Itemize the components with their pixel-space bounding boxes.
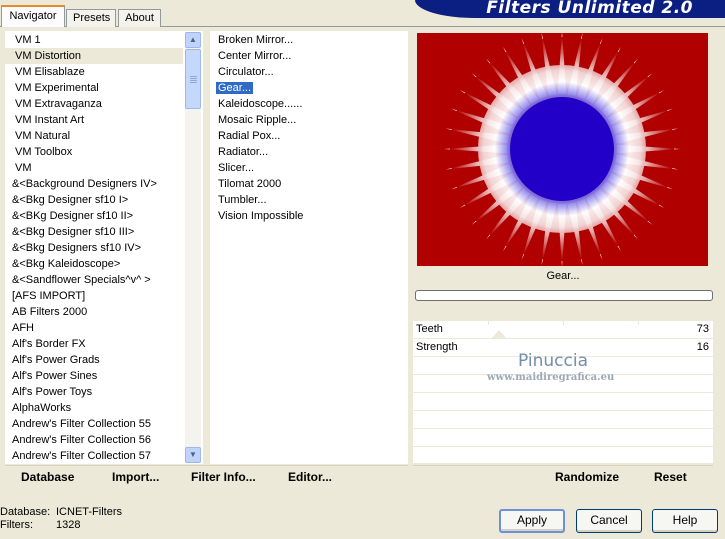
filter-item-label: Tilomat 2000 (218, 178, 282, 190)
help-button[interactable]: Help (652, 509, 718, 533)
filter-item-label: Slicer... (218, 162, 255, 174)
category-item[interactable]: AB Filters 2000 (5, 304, 183, 320)
preview-image (417, 33, 708, 266)
param-empty-row (413, 411, 713, 429)
category-item[interactable]: VM Extravaganza (5, 96, 183, 112)
filter-item[interactable]: Gear... (210, 80, 254, 96)
filter-item[interactable]: Tumbler... (210, 192, 267, 208)
category-item[interactable]: &<Bkg Designer sf10 III> (5, 224, 183, 240)
param-label: Strength (416, 341, 458, 353)
category-item[interactable]: Alf's Power Toys (5, 384, 183, 400)
filter-info-button[interactable]: Filter Info... (191, 470, 256, 484)
watermark-url: www.maidiregrafica.eu (487, 372, 615, 383)
category-scrollbar[interactable]: ▲ ▼ (185, 32, 201, 463)
param-empty-row (413, 429, 713, 447)
category-item[interactable]: Alf's Power Grads (5, 352, 183, 368)
filter-item-label: Broken Mirror... (218, 34, 294, 46)
editor-button[interactable]: Editor... (288, 470, 332, 484)
param-value: 16 (696, 341, 709, 353)
app-title: Filters Unlimited 2.0 (415, 0, 725, 18)
category-item[interactable]: Alf's Border FX (5, 336, 183, 352)
category-item[interactable]: Andrew's Filter Collection 55 (5, 416, 183, 432)
category-item[interactable]: Alf's Power Sines (5, 368, 183, 384)
apply-button[interactable]: Apply (499, 509, 565, 533)
category-item[interactable]: &<Background Designers IV> (5, 176, 183, 192)
filter-item-label: Kaleidoscope...... (218, 98, 303, 110)
progress-bar (415, 290, 713, 301)
category-item[interactable]: Andrew's Filter Collection 57 (5, 448, 183, 464)
database-label: Database: (0, 506, 51, 518)
filters-count: 1328 (56, 519, 81, 531)
filter-list[interactable]: Broken Mirror... Center Mirror... Circulat… (210, 31, 408, 464)
category-item[interactable]: AFH (5, 320, 183, 336)
filter-item-label: Mosaic Ripple... (218, 114, 297, 126)
reset-button[interactable]: Reset (654, 470, 687, 484)
filter-item[interactable]: Radial Pox... (210, 128, 280, 144)
filter-item[interactable]: Kaleidoscope...... (210, 96, 302, 112)
import-button[interactable]: Import... (112, 470, 159, 484)
watermark-name: Pinuccia (518, 351, 588, 371)
category-item[interactable]: VM Toolbox (5, 144, 183, 160)
arrow-down-icon[interactable]: ▼ (185, 447, 201, 463)
filter-item[interactable]: Center Mirror... (210, 48, 291, 64)
category-item[interactable]: VM 1 (5, 32, 183, 48)
filter-item[interactable]: Radiator... (210, 144, 268, 160)
category-item[interactable]: VM Distortion (5, 48, 183, 64)
status-area: Database: ICNET-Filters Filters: 1328 (0, 506, 122, 532)
filter-item-label: Radial Pox... (218, 130, 281, 142)
category-item[interactable]: &<Bkg Designers sf10 IV> (5, 240, 183, 256)
param-label: Teeth (416, 323, 443, 335)
preview-caption: Gear... (546, 270, 580, 282)
filter-item-label: Tumbler... (218, 194, 267, 206)
category-item[interactable]: AlphaWorks (5, 400, 183, 416)
category-item[interactable]: &<Bkg Kaleidoscope> (5, 256, 183, 272)
cancel-button[interactable]: Cancel (576, 509, 642, 533)
filter-item-label: Vision Impossible (218, 210, 304, 222)
param-value: 73 (696, 323, 709, 335)
tab-presets[interactable]: Presets (66, 9, 116, 27)
scrollbar-thumb[interactable] (185, 49, 201, 109)
filter-item[interactable]: Tilomat 2000 (210, 176, 281, 192)
filter-item[interactable]: Vision Impossible (210, 208, 303, 224)
param-empty-row (413, 393, 713, 411)
gear-preview-graphic (444, 33, 680, 266)
filter-item[interactable]: Mosaic Ripple... (210, 112, 296, 128)
filter-item-label: Radiator... (218, 146, 269, 158)
filter-item-label: Center Mirror... (218, 50, 292, 62)
tab-about[interactable]: About (118, 9, 161, 27)
slider-pointer-icon[interactable] (491, 330, 507, 339)
filters-label: Filters: (0, 519, 33, 531)
category-item[interactable]: &<BKg Designer sf10 II> (5, 208, 183, 224)
arrow-up-icon[interactable]: ▲ (185, 32, 201, 48)
category-list[interactable]: VM 1 VM Distortion VM Elisablaze VM Experim… (5, 31, 203, 464)
filter-item-label: Circulator... (218, 66, 274, 78)
parameters-panel: Teeth 73 Strength 16 (413, 321, 713, 463)
database-value: ICNET-Filters (56, 506, 122, 518)
category-item[interactable]: VM Elisablaze (5, 64, 183, 80)
param-empty-row (413, 447, 713, 465)
tab-bar: Navigator Presets About Filters Unlimite… (0, 0, 725, 27)
category-item[interactable]: VM Natural (5, 128, 183, 144)
filter-item[interactable]: Slicer... (210, 160, 254, 176)
tab-navigator[interactable]: Navigator (1, 5, 65, 27)
category-item[interactable]: &<Sandflower Specials^v^ > (5, 272, 183, 288)
category-item[interactable]: VM Experimental (5, 80, 183, 96)
filter-item[interactable]: Circulator... (210, 64, 274, 80)
filter-item[interactable]: Broken Mirror... (210, 32, 293, 48)
category-item[interactable]: [AFS IMPORT] (5, 288, 183, 304)
filter-item-label: Gear... (216, 82, 254, 94)
category-item[interactable]: &<Bkg Designer sf10 I> (5, 192, 183, 208)
database-button[interactable]: Database (21, 470, 74, 484)
category-item[interactable]: Andrew's Filter Collection 56 (5, 432, 183, 448)
category-item[interactable]: VM (5, 160, 183, 176)
category-item[interactable]: VM Instant Art (5, 112, 183, 128)
randomize-button[interactable]: Randomize (555, 470, 619, 484)
